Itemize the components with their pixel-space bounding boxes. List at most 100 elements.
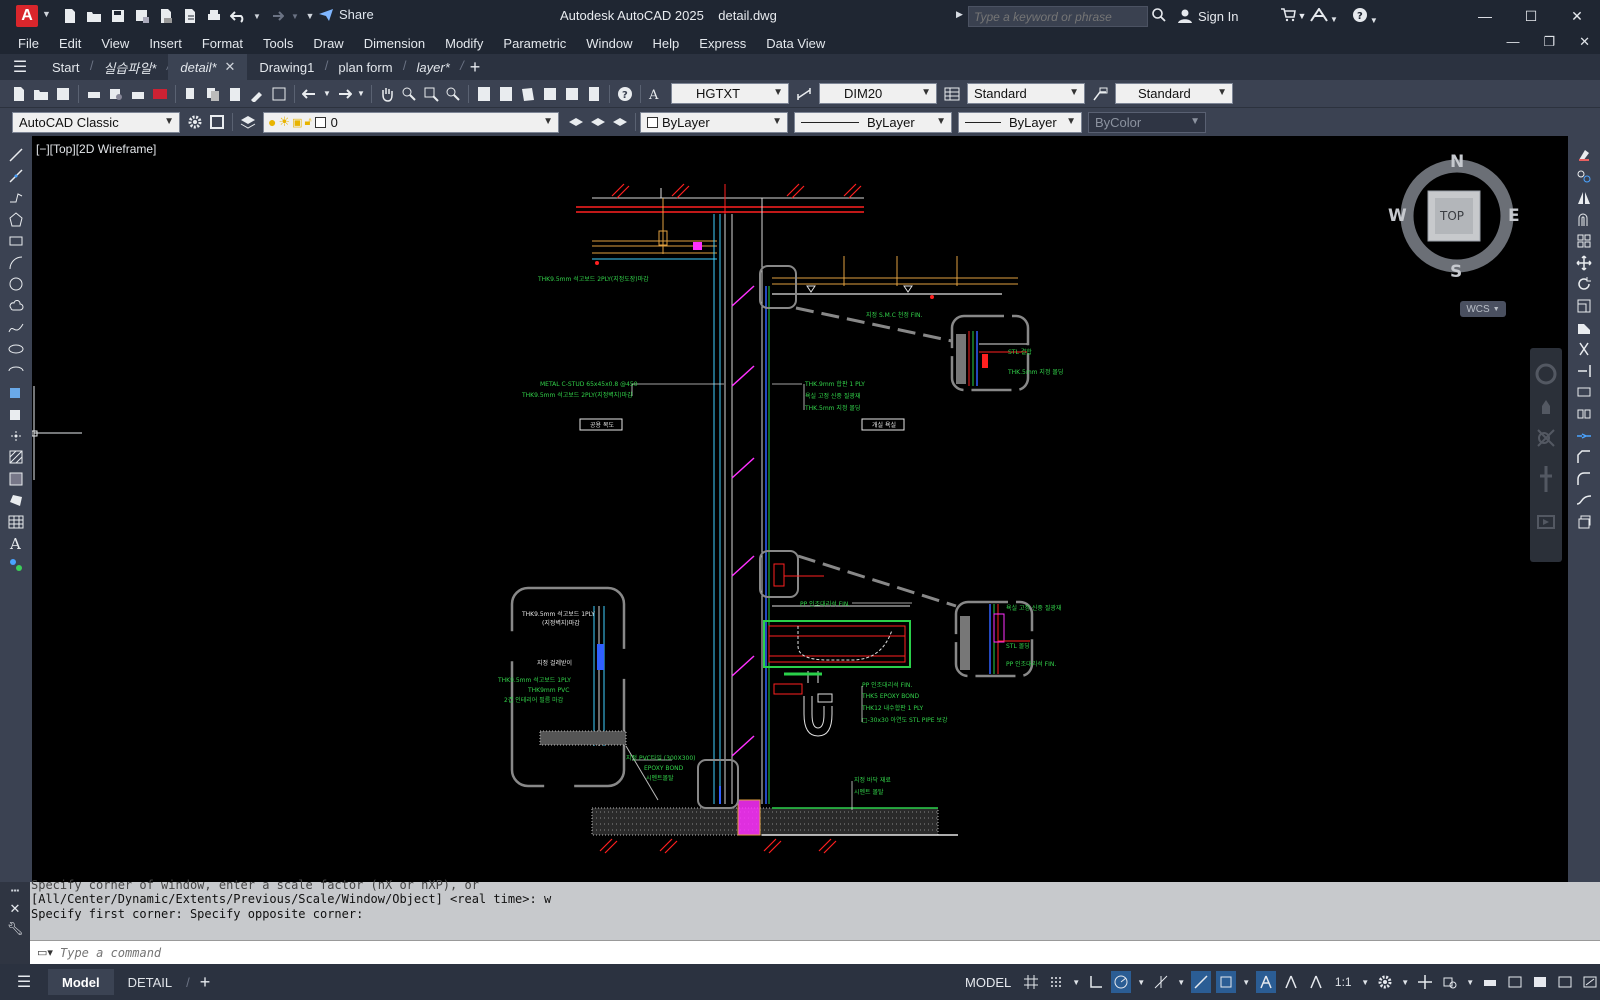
layer-on-lightbulb-icon[interactable]: ● bbox=[268, 114, 276, 130]
save-icon[interactable] bbox=[54, 85, 72, 103]
isolate-objects-icon[interactable] bbox=[1530, 971, 1550, 993]
text-style-icon[interactable]: A bbox=[647, 85, 665, 103]
share-button[interactable]: Share bbox=[318, 7, 374, 22]
menu-data-view[interactable]: Data View bbox=[766, 36, 825, 51]
polyline-icon[interactable] bbox=[0, 187, 32, 209]
save-web-icon[interactable] bbox=[180, 6, 200, 26]
properties-icon[interactable] bbox=[475, 85, 493, 103]
polygon-icon[interactable] bbox=[0, 209, 32, 231]
redo-icon[interactable] bbox=[335, 85, 353, 103]
scale-icon[interactable] bbox=[1568, 295, 1600, 317]
zoom-previous-icon[interactable] bbox=[444, 85, 462, 103]
menu-window[interactable]: Window bbox=[586, 36, 632, 51]
tab-start[interactable]: Start / bbox=[40, 54, 93, 80]
menu-file[interactable]: File bbox=[18, 36, 39, 51]
array-icon[interactable] bbox=[1568, 230, 1600, 252]
fillet-icon[interactable] bbox=[1568, 468, 1600, 490]
workspace-switching-gear-icon[interactable] bbox=[1375, 971, 1395, 993]
layer-lock-icon[interactable]: 🔓︎ bbox=[305, 116, 312, 129]
search-expand-icon[interactable]: ▶ bbox=[956, 9, 963, 20]
help-icon[interactable]: ? ▼ bbox=[1352, 7, 1378, 26]
minimize-icon[interactable]: — bbox=[1462, 0, 1508, 32]
break-icon[interactable] bbox=[1568, 403, 1600, 425]
tab-practice-file[interactable]: 실습파일*/ bbox=[91, 54, 170, 80]
menu-edit[interactable]: Edit bbox=[59, 36, 81, 51]
calculator-icon[interactable] bbox=[585, 85, 603, 103]
circle-icon[interactable] bbox=[0, 274, 32, 296]
command-prompt-icon[interactable]: ▭▾ bbox=[30, 946, 60, 959]
close-icon[interactable]: ✕ bbox=[1554, 0, 1600, 32]
trim-icon[interactable] bbox=[1568, 338, 1600, 360]
workspace-dropdown-icon[interactable]: ▼ bbox=[1400, 971, 1410, 993]
save-icon[interactable] bbox=[108, 6, 128, 26]
region-icon[interactable] bbox=[0, 490, 32, 512]
save-as-icon[interactable] bbox=[132, 6, 152, 26]
auto-scale-icon[interactable] bbox=[1281, 971, 1301, 993]
tab-close-icon[interactable]: ✕ bbox=[225, 59, 236, 75]
multiline-text-icon[interactable]: A bbox=[0, 533, 32, 555]
multileader-style-select[interactable]: Standard ▼ bbox=[1115, 83, 1233, 104]
tab-model[interactable]: Model bbox=[48, 969, 114, 995]
move-icon[interactable] bbox=[1568, 252, 1600, 274]
command-close-icon[interactable]: ✕ bbox=[0, 901, 30, 917]
spline-icon[interactable] bbox=[0, 317, 32, 339]
workspace-select[interactable]: AutoCAD Classic ▼ bbox=[12, 111, 180, 133]
snap-mode-icon[interactable] bbox=[1046, 971, 1066, 993]
maximize-icon[interactable]: ☐ bbox=[1508, 0, 1554, 32]
redo-dropdown-icon[interactable]: ▼ bbox=[290, 6, 300, 26]
extend-icon[interactable] bbox=[1568, 360, 1600, 382]
ellipse-icon[interactable] bbox=[0, 338, 32, 360]
doc-minimize-icon[interactable]: — bbox=[1506, 34, 1519, 50]
undo-icon[interactable] bbox=[301, 85, 319, 103]
polar-dropdown-icon[interactable]: ▼ bbox=[1136, 971, 1146, 993]
customize-icon[interactable] bbox=[208, 113, 226, 131]
layer-viewport-icon[interactable]: ▣ bbox=[292, 116, 302, 129]
lineweight-select[interactable]: ByLayer ▼ bbox=[958, 111, 1082, 133]
isodraft-icon[interactable] bbox=[1151, 971, 1171, 993]
command-line[interactable]: ▭▾ bbox=[30, 940, 1600, 964]
new-icon[interactable] bbox=[10, 85, 28, 103]
menu-draw[interactable]: Draw bbox=[313, 36, 343, 51]
undo-icon[interactable] bbox=[228, 6, 248, 26]
stretch-icon[interactable] bbox=[1568, 317, 1600, 339]
ortho-icon[interactable] bbox=[1086, 971, 1106, 993]
copy-object-icon[interactable] bbox=[1568, 166, 1600, 188]
insert-block-icon[interactable] bbox=[0, 382, 32, 404]
multileader-style-icon[interactable] bbox=[1091, 85, 1109, 103]
command-customize-wrench-icon[interactable]: 🔧︎ bbox=[0, 921, 30, 937]
table-style-select[interactable]: Standard ▼ bbox=[967, 83, 1085, 104]
open-file-icon[interactable] bbox=[84, 6, 104, 26]
design-center-icon[interactable] bbox=[497, 85, 515, 103]
undo-dropdown-icon[interactable]: ▼ bbox=[323, 85, 331, 103]
units-icon[interactable] bbox=[1440, 971, 1460, 993]
workspace-settings-gear-icon[interactable] bbox=[186, 113, 204, 131]
scale-dropdown-icon[interactable]: ▼ bbox=[1360, 971, 1370, 993]
viewcube-face-top[interactable]: TOP bbox=[1440, 209, 1464, 223]
pan-icon[interactable] bbox=[378, 85, 396, 103]
object-snap-icon[interactable] bbox=[1216, 971, 1237, 993]
revision-cloud-icon[interactable] bbox=[0, 295, 32, 317]
break-at-point-icon[interactable] bbox=[1568, 382, 1600, 404]
zoom-window-icon[interactable] bbox=[422, 85, 440, 103]
construction-line-icon[interactable] bbox=[0, 166, 32, 188]
help-search-input[interactable] bbox=[968, 6, 1148, 27]
viewcube[interactable]: N S E W TOP bbox=[1388, 150, 1520, 282]
grid-icon[interactable] bbox=[1021, 971, 1041, 993]
autocad-logo[interactable]: A bbox=[16, 5, 38, 27]
dwf-icon[interactable] bbox=[151, 85, 169, 103]
object-snap-tracking-icon[interactable] bbox=[1191, 971, 1212, 993]
quick-properties-icon[interactable] bbox=[1480, 971, 1500, 993]
paste-icon[interactable] bbox=[226, 85, 244, 103]
make-block-icon[interactable] bbox=[0, 403, 32, 425]
viewcube-east[interactable]: E bbox=[1508, 206, 1520, 226]
tab-layer[interactable]: layer* / bbox=[405, 54, 464, 80]
block-editor-icon[interactable] bbox=[270, 85, 288, 103]
table-style-icon[interactable] bbox=[943, 85, 961, 103]
annotation-scale-icon[interactable] bbox=[1306, 971, 1326, 993]
clean-screen-icon[interactable] bbox=[1580, 971, 1600, 993]
add-selected-icon[interactable] bbox=[0, 554, 32, 576]
drawing-area[interactable]: [−][Top][2D Wireframe] THK9.5mm 석고보드 2PL… bbox=[32, 136, 1568, 882]
ellipse-arc-icon[interactable] bbox=[0, 360, 32, 382]
zoom-realtime-icon[interactable] bbox=[400, 85, 418, 103]
model-space-toggle[interactable]: MODEL bbox=[960, 975, 1016, 990]
